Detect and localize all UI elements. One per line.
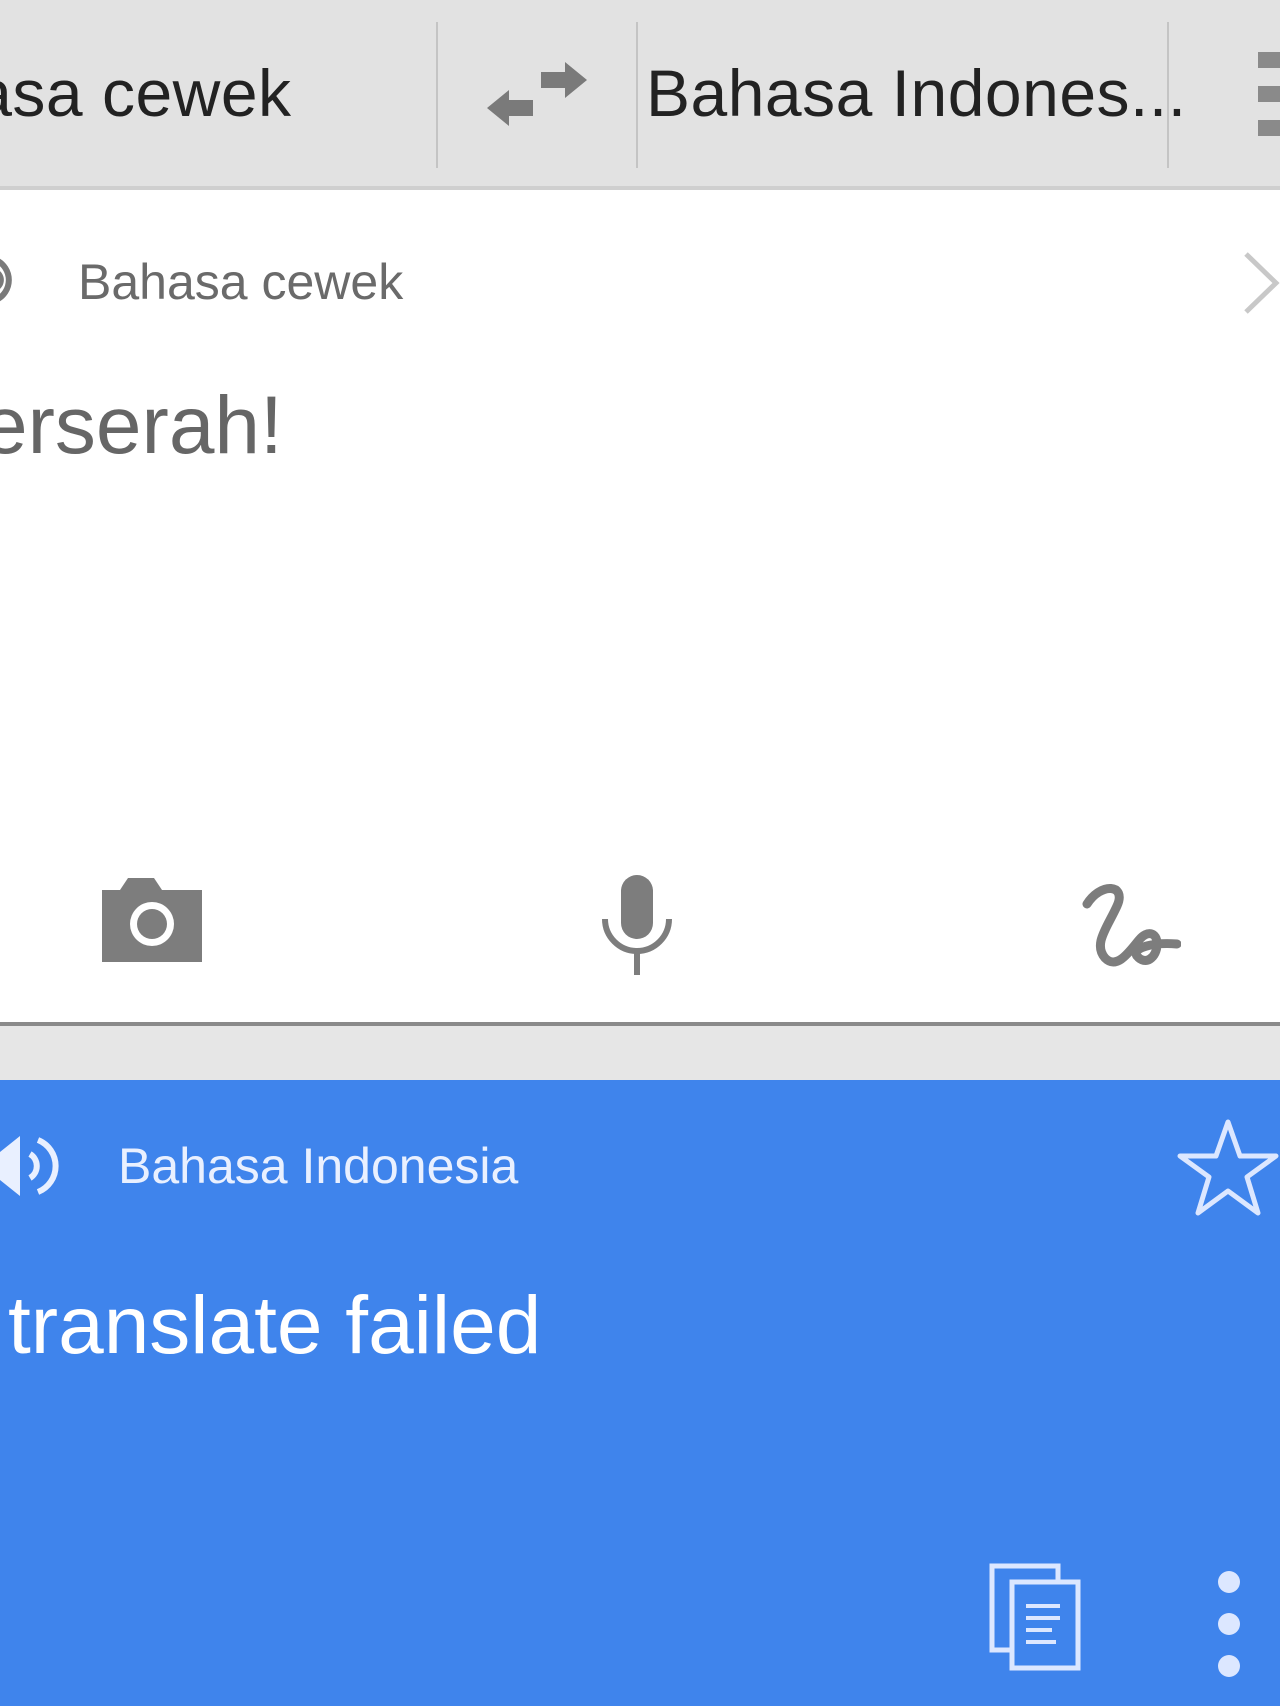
chevron-right-icon: [1244, 252, 1280, 314]
translation-text: translate failed: [8, 1280, 542, 1371]
result-language-tag: Bahasa Indonesia: [118, 1138, 519, 1194]
source-input-text[interactable]: erserah!: [0, 376, 283, 476]
camera-icon: [102, 878, 202, 962]
copy-button[interactable]: [988, 1562, 1084, 1672]
speaker-icon: [0, 258, 12, 302]
more-vert-icon: [1218, 1571, 1240, 1677]
menu-icon: [1258, 52, 1280, 136]
microphone-button[interactable]: [592, 870, 682, 980]
language-bar: hasa cewek Bahasa Indones...: [0, 0, 1280, 190]
copy-icon: [989, 1563, 1081, 1671]
speaker-icon: [0, 1136, 59, 1196]
source-language-label: hasa cewek: [0, 56, 292, 130]
translation-result-panel: Bahasa Indonesia translate failed: [0, 1080, 1280, 1706]
divider: [636, 22, 638, 168]
handwriting-icon: [1082, 884, 1181, 967]
camera-button[interactable]: [96, 870, 208, 970]
microphone-icon: [602, 875, 672, 975]
source-language-tag: Bahasa cewek: [78, 254, 404, 310]
swap-arrows-icon: [487, 62, 587, 126]
swap-languages-button[interactable]: [482, 58, 592, 130]
result-speak-button[interactable]: [0, 1130, 70, 1202]
source-clear-button[interactable]: [1240, 248, 1280, 318]
star-outline-icon: [1177, 1119, 1279, 1216]
source-panel: Bahasa cewek erserah!: [0, 190, 1280, 1026]
panel-separator: [0, 1026, 1280, 1080]
source-speak-button[interactable]: [0, 248, 24, 312]
favorite-button[interactable]: [1176, 1118, 1280, 1218]
divider: [436, 22, 438, 168]
handwriting-button[interactable]: [1064, 876, 1194, 976]
divider: [1167, 22, 1169, 168]
source-language-button[interactable]: hasa cewek: [0, 0, 428, 186]
more-options-button[interactable]: [1206, 1568, 1252, 1682]
target-language-label: Bahasa Indones...: [646, 56, 1187, 130]
target-language-button[interactable]: Bahasa Indones...: [646, 0, 1186, 186]
menu-button[interactable]: [1254, 52, 1280, 138]
